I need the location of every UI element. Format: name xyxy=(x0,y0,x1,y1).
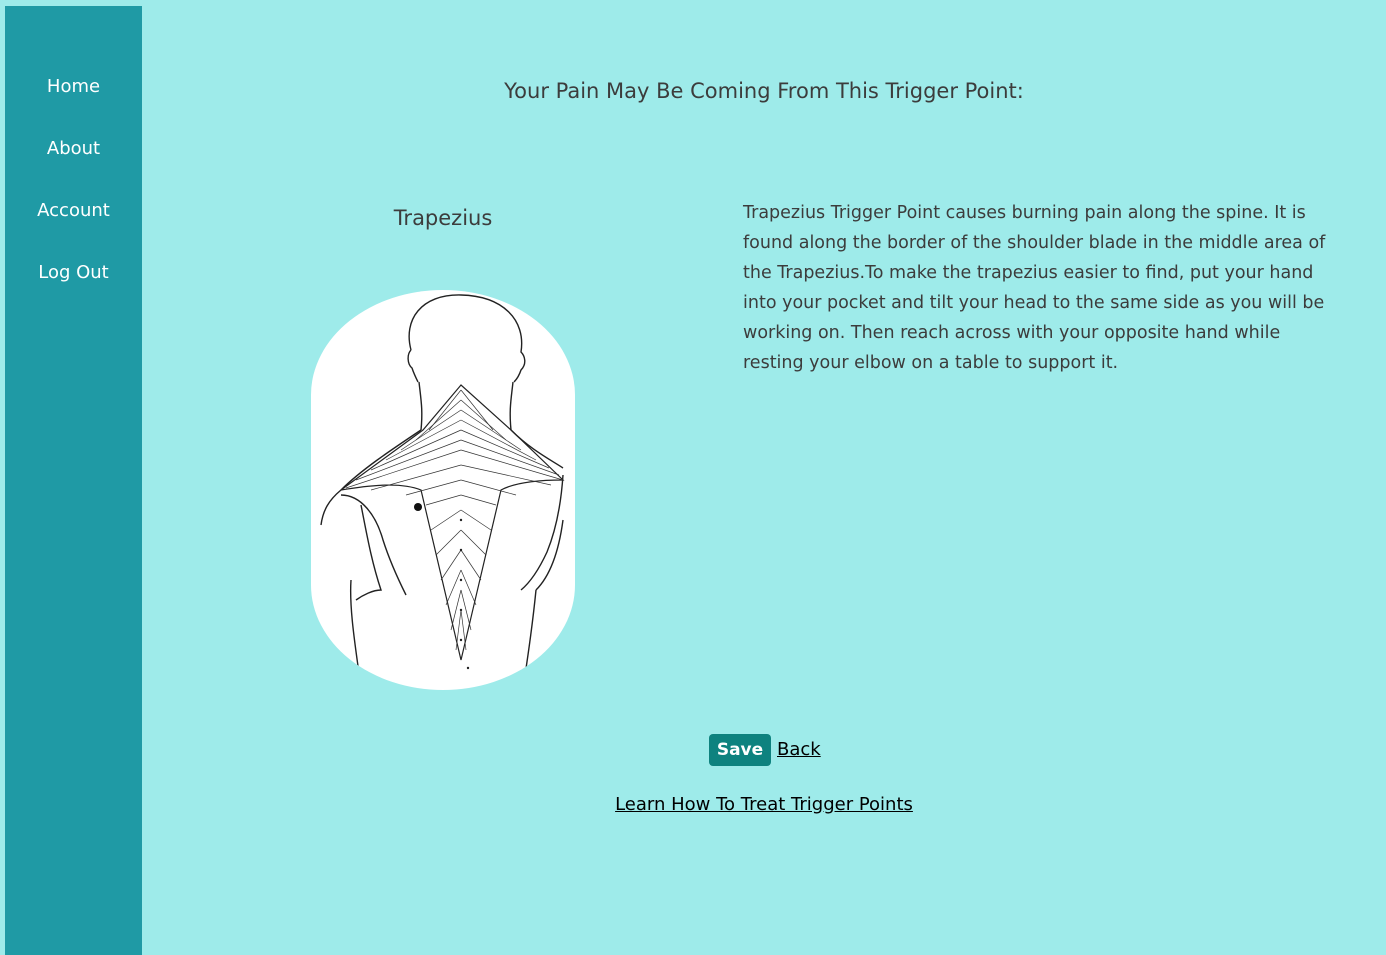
trapezius-illustration xyxy=(311,290,575,690)
page-heading: Your Pain May Be Coming From This Trigge… xyxy=(504,79,1024,103)
page: Home About Account Log Out Your Pain May… xyxy=(0,0,1386,955)
save-button[interactable]: Save xyxy=(709,734,771,766)
nav-logout-link[interactable]: Log Out xyxy=(5,262,142,284)
trigger-point-description: Trapezius Trigger Point causes burning p… xyxy=(743,203,1326,373)
nav-home-link[interactable]: Home xyxy=(5,76,142,98)
trigger-point-marker xyxy=(414,503,422,511)
muscle-title: Trapezius xyxy=(393,206,493,230)
trapezius-diagram-icon xyxy=(320,294,565,689)
learn-link-container: Learn How To Treat Trigger Points xyxy=(142,794,1386,816)
sidebar: Home About Account Log Out xyxy=(5,6,142,955)
nav-about-link[interactable]: About xyxy=(5,138,142,160)
back-link[interactable]: Back xyxy=(777,739,821,761)
nav-account-link[interactable]: Account xyxy=(5,200,142,222)
learn-treat-trigger-points-link[interactable]: Learn How To Treat Trigger Points xyxy=(615,794,913,815)
